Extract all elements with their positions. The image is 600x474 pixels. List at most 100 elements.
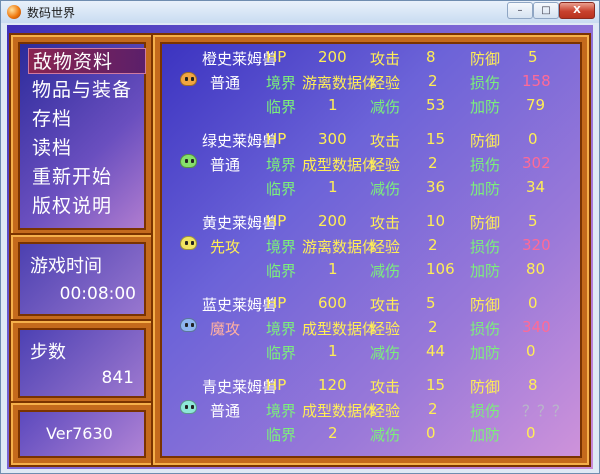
reduce-value: 36 <box>426 178 446 196</box>
add-defense-value: 79 <box>526 96 546 114</box>
critical-value: 1 <box>328 96 338 114</box>
exp-label: 经验 <box>370 320 401 338</box>
realm-label: 境界 <box>266 74 297 92</box>
eye-icon <box>185 77 188 81</box>
hp-label: HP <box>266 48 287 66</box>
critical-value: 2 <box>328 424 338 442</box>
add-defense-value: 0 <box>526 424 536 442</box>
eye-icon <box>191 405 194 409</box>
eye-icon <box>185 241 188 245</box>
realm-value: 游离数据体 <box>302 238 378 256</box>
reduce-label: 减伤 <box>370 426 401 444</box>
menu-item-restart[interactable]: 重新开始 <box>32 164 112 190</box>
add-defense-value: 0 <box>526 342 536 360</box>
eye-icon <box>185 159 188 163</box>
reduce-value: 53 <box>426 96 446 114</box>
eye-icon <box>191 241 194 245</box>
exp-label: 经验 <box>370 156 401 174</box>
damage-label: 损伤 <box>470 238 501 256</box>
maximize-button[interactable]: □ <box>533 2 559 19</box>
critical-value: 1 <box>328 178 338 196</box>
exp-label: 经验 <box>370 74 401 92</box>
hp-label: HP <box>266 294 287 312</box>
realm-label: 境界 <box>266 156 297 174</box>
realm-label: 境界 <box>266 320 297 338</box>
add-defense-label: 加防 <box>470 426 501 444</box>
defense-label: 防御 <box>470 132 501 150</box>
critical-label: 临界 <box>266 426 297 444</box>
damage-value: 320 <box>522 236 551 254</box>
special-ability: 普通 <box>210 402 241 420</box>
minimize-button[interactable]: – <box>507 2 533 19</box>
attack-label: 攻击 <box>370 378 401 396</box>
game-time-panel: 游戏时间 00:08:00 <box>13 237 151 321</box>
damage-value: 158 <box>522 72 551 90</box>
menu-panel: 敌物资料 物品与装备 存档 读档 重新开始 版权说明 <box>13 37 151 235</box>
menu-item-copyright[interactable]: 版权说明 <box>32 193 112 219</box>
attack-value: 10 <box>426 212 446 230</box>
hp-value: 120 <box>318 376 347 394</box>
defense-label: 防御 <box>470 296 501 314</box>
exp-value: 2 <box>428 400 438 418</box>
monster-info-panel: 橙史莱姆兽 HP 200 攻击 8 防御 5 普通 境界 游离数据体 经验 2 损伤 158 临界 1 减伤 53… <box>155 37 587 463</box>
critical-value: 1 <box>328 342 338 360</box>
hp-label: HP <box>266 376 287 394</box>
realm-label: 境界 <box>266 402 297 420</box>
eye-icon <box>191 159 194 163</box>
add-defense-label: 加防 <box>470 262 501 280</box>
attack-value: 15 <box>426 376 446 394</box>
critical-label: 临界 <box>266 180 297 198</box>
exp-value: 2 <box>428 72 438 90</box>
attack-label: 攻击 <box>370 50 401 68</box>
critical-value: 1 <box>328 260 338 278</box>
damage-label: 损伤 <box>470 74 501 92</box>
steps-value: 841 <box>101 368 134 388</box>
close-button[interactable]: X <box>559 2 595 19</box>
defense-value: 8 <box>528 376 538 394</box>
menu-item-save[interactable]: 存档 <box>32 106 72 132</box>
special-ability: 先攻 <box>210 238 241 256</box>
menu-item-monster-info[interactable]: 敌物资料 <box>28 48 146 74</box>
damage-value: ？？？ <box>522 402 568 420</box>
reduce-label: 减伤 <box>370 98 401 116</box>
game-time-value: 00:08:00 <box>59 284 136 304</box>
game-time-label: 游戏时间 <box>30 256 102 277</box>
damage-label: 损伤 <box>470 402 501 420</box>
title-bar: 数码世界 – □ X <box>1 1 599 23</box>
add-defense-label: 加防 <box>470 344 501 362</box>
hp-label: HP <box>266 212 287 230</box>
special-ability: 魔攻 <box>210 320 241 338</box>
add-defense-value: 80 <box>526 260 546 278</box>
steps-panel: 步数 841 <box>13 323 151 403</box>
attack-label: 攻击 <box>370 214 401 232</box>
add-defense-label: 加防 <box>470 98 501 116</box>
exp-value: 2 <box>428 318 438 336</box>
realm-label: 境界 <box>266 238 297 256</box>
defense-value: 0 <box>528 130 538 148</box>
app-window: 数码世界 – □ X 敌物资料 物品与装备 存档 读档 重新开始 版权说明 游戏… <box>0 0 600 474</box>
menu-item-items-equipment[interactable]: 物品与装备 <box>32 77 132 103</box>
slime-monster-icon <box>180 236 197 250</box>
critical-label: 临界 <box>266 262 297 280</box>
damage-label: 损伤 <box>470 156 501 174</box>
hp-value: 600 <box>318 294 347 312</box>
menu-item-load[interactable]: 读档 <box>32 135 72 161</box>
realm-value: 成型数据体 <box>302 320 378 338</box>
reduce-label: 减伤 <box>370 344 401 362</box>
reduce-label: 减伤 <box>370 262 401 280</box>
defense-label: 防御 <box>470 378 501 396</box>
reduce-value: 44 <box>426 342 446 360</box>
add-defense-value: 34 <box>526 178 546 196</box>
defense-value: 5 <box>528 48 538 66</box>
reduce-label: 减伤 <box>370 180 401 198</box>
slime-monster-icon <box>180 400 197 414</box>
slime-monster-icon <box>180 318 197 332</box>
hp-value: 300 <box>318 130 347 148</box>
add-defense-label: 加防 <box>470 180 501 198</box>
eye-icon <box>185 405 188 409</box>
special-ability: 普通 <box>210 74 241 92</box>
version-label: Ver7630 <box>46 424 113 443</box>
exp-label: 经验 <box>370 238 401 256</box>
critical-label: 临界 <box>266 344 297 362</box>
app-icon <box>7 5 21 19</box>
